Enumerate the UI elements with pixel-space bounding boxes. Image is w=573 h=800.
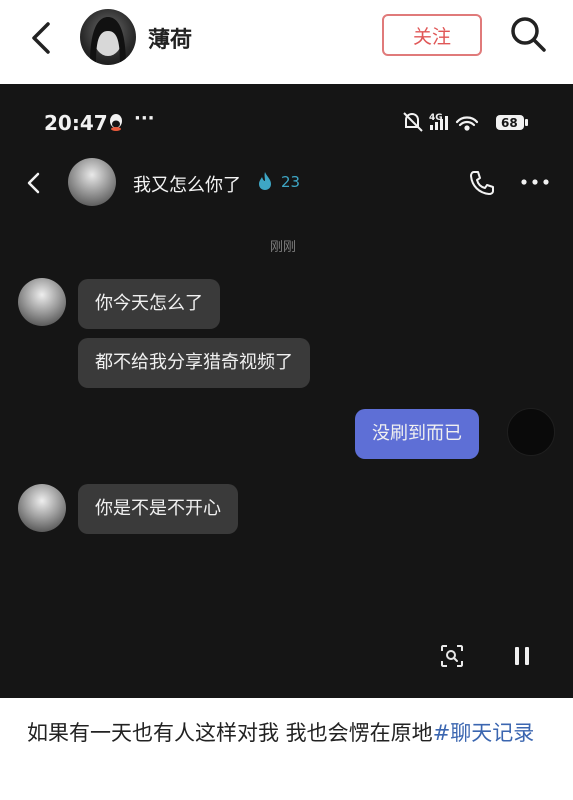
image-scan-icon[interactable]	[440, 644, 464, 668]
back-arrow-icon[interactable]	[24, 18, 60, 58]
username[interactable]: 薄荷	[148, 22, 192, 54]
message-bubble: 你今天怎么了	[78, 279, 220, 329]
search-icon[interactable]	[508, 14, 548, 54]
post-header: 薄荷 关注	[0, 0, 573, 84]
mute-bell-icon	[403, 112, 423, 132]
flame-count: 23	[281, 173, 301, 191]
wifi-icon	[455, 116, 479, 131]
message-avatar	[18, 278, 66, 326]
self-message-bubble: 没刷到而已	[355, 409, 479, 459]
message-timestamp: 刚刚	[270, 240, 297, 255]
pause-icon[interactable]	[512, 645, 532, 667]
qq-penguin-icon	[110, 114, 122, 131]
message-bubble: 你是不是不开心	[78, 484, 238, 534]
flame-icon	[259, 172, 271, 190]
avatar[interactable]	[80, 9, 136, 65]
chat-contact-avatar	[68, 158, 116, 206]
battery-icon: 68	[496, 115, 528, 130]
status-more-dots: ···	[134, 108, 155, 129]
caption-text: 如果有一天也有人这样对我 我也会愣在原地	[27, 721, 433, 745]
follow-button[interactable]: 关注	[382, 14, 482, 56]
message-bubble: 都不给我分享猎奇视频了	[78, 338, 310, 388]
chat-back-icon	[27, 172, 40, 194]
post-caption: 如果有一天也有人这样对我 我也会愣在原地#聊天记录	[27, 714, 557, 752]
status-icons: 4G 68	[403, 112, 528, 132]
more-options-icon	[521, 179, 549, 185]
message-avatar	[18, 484, 66, 532]
chat-title: 我又怎么你了	[133, 175, 241, 196]
phone-icon	[470, 171, 494, 195]
chat-screenshot-image: 20:47 ··· 4G 68 我又怎么你了 23 刚刚 你今天怎么了 都不给我…	[0, 84, 573, 698]
hashtag-link[interactable]: #聊天记录	[433, 721, 535, 745]
self-avatar	[507, 408, 555, 456]
battery-level: 68	[501, 116, 518, 130]
status-time: 20:47	[44, 111, 108, 135]
